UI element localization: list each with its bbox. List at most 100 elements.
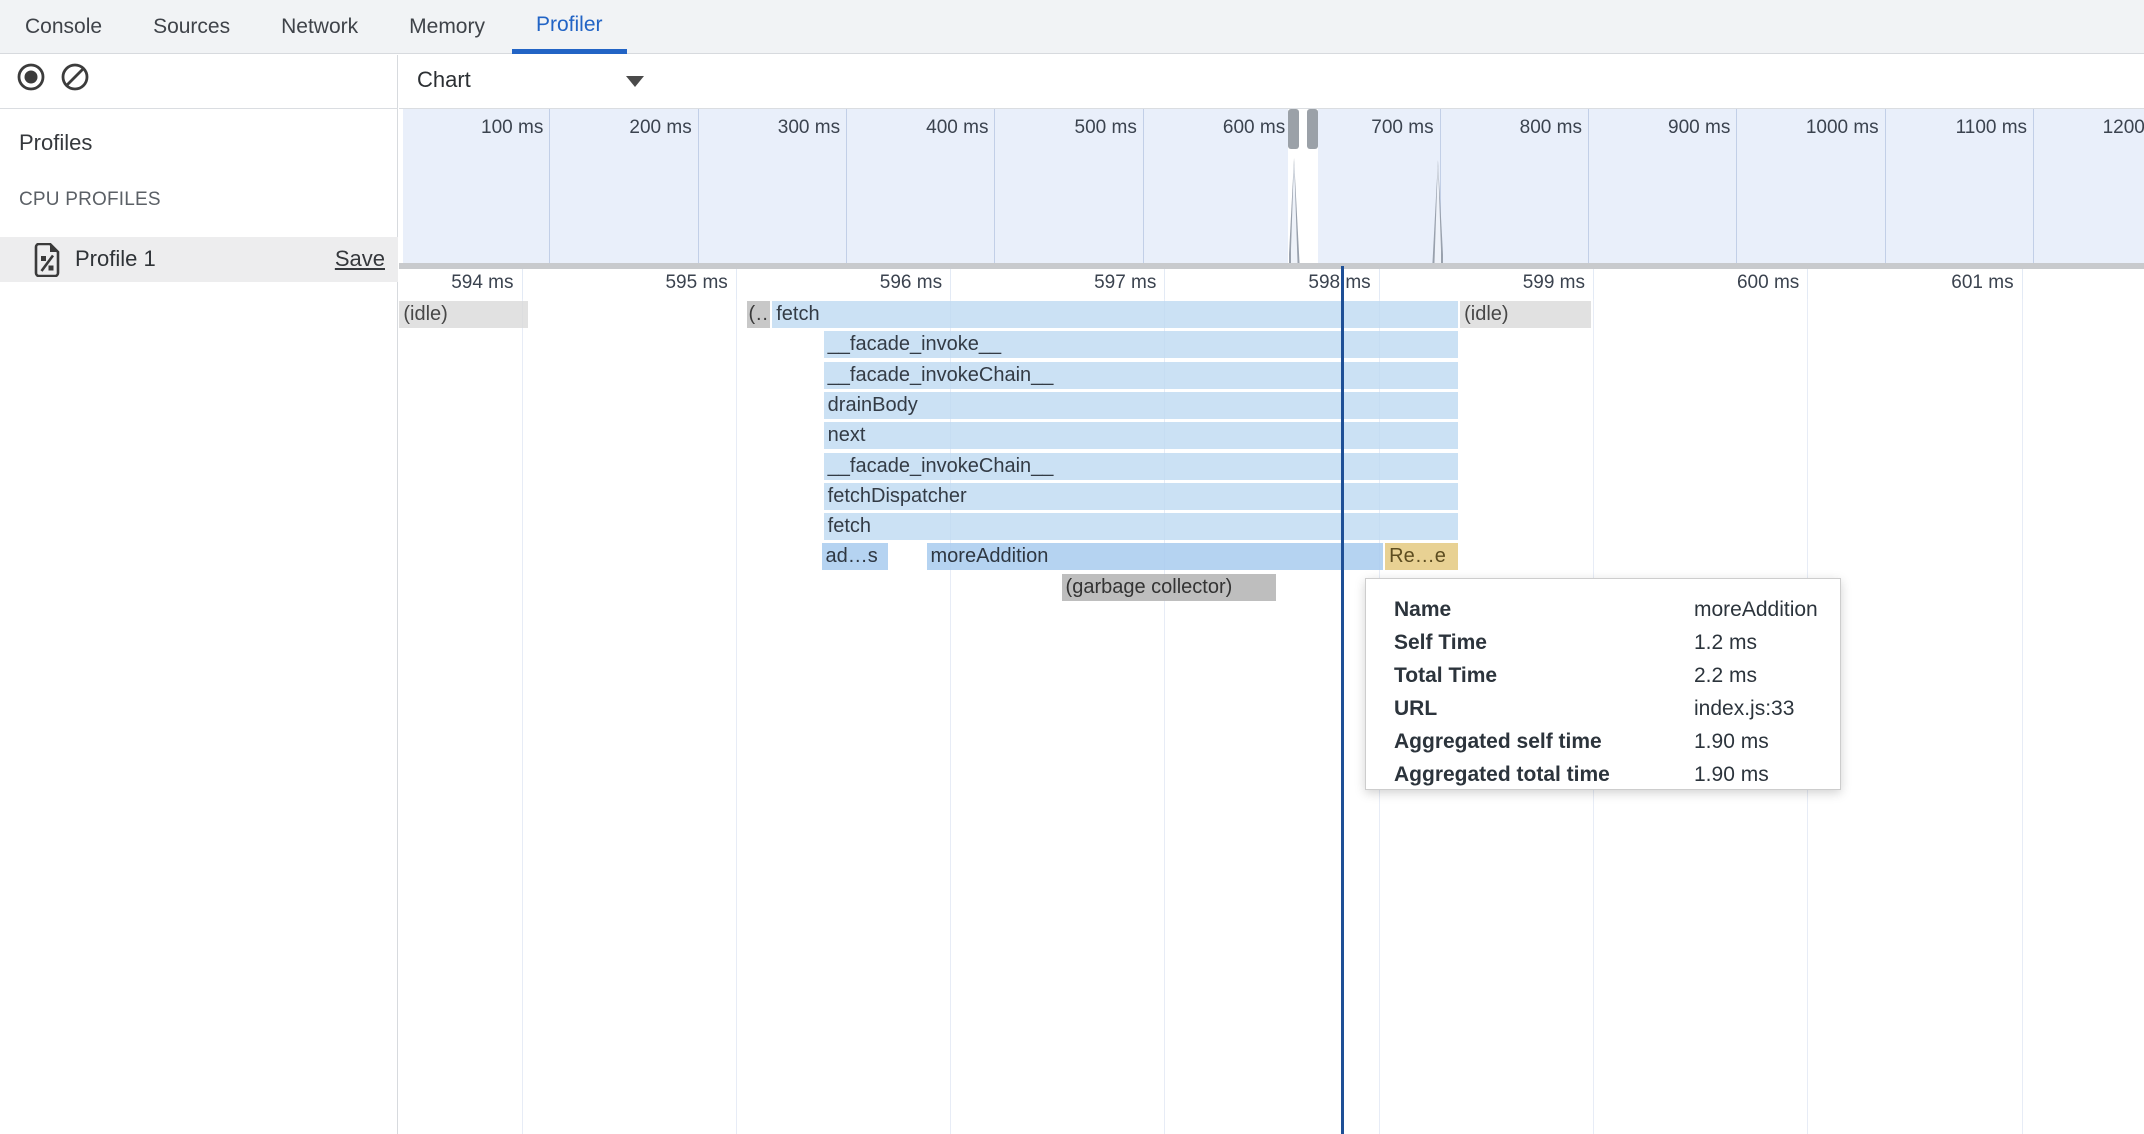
time-ruler: 594 ms 595 ms 596 ms 597 ms 598 ms 599 ms 600 …	[399, 269, 2144, 299]
devtools-tab-bar: ConsoleSourcesNetworkMemoryProfiler	[0, 0, 2144, 54]
tooltip-row: Name moreAddition	[1394, 598, 1840, 631]
ruler-tick-label: 597 ms	[1066, 272, 1156, 294]
tooltip-label: URL	[1394, 697, 1437, 720]
ruler-grid-line	[1593, 269, 1594, 299]
overview-tick-label: 100 ms	[453, 117, 543, 139]
overview-tick-label: 500 ms	[1047, 117, 1137, 139]
overview-grid-line	[549, 109, 550, 263]
ruler-tick-label: 601 ms	[1924, 272, 2014, 294]
overview-tick-label: 200 ms	[602, 117, 692, 139]
overview-tick-label: 1000 ms	[1789, 117, 1879, 139]
tooltip-label: Total Time	[1394, 664, 1497, 687]
overview-tick-label: 900 ms	[1640, 117, 1730, 139]
flame-bar[interactable]: moreAddition	[927, 543, 1383, 570]
tab-console[interactable]: Console	[1, 0, 126, 54]
overview-grid-line	[846, 109, 847, 263]
overview-grid-line	[2033, 109, 2034, 263]
flame-grid-line	[522, 299, 523, 1134]
flame-grid-line	[2022, 299, 2023, 1134]
ruler-grid-line	[1807, 269, 1808, 299]
record-icon	[16, 62, 46, 92]
ruler-tick-label: 596 ms	[852, 272, 942, 294]
profiler-toolbar: Chart	[399, 55, 2144, 109]
overview-grid-line	[1885, 109, 1886, 263]
ruler-grid-line	[736, 269, 737, 299]
flame-bar[interactable]: ad…s	[822, 543, 888, 570]
overview-grid-line	[1143, 109, 1144, 263]
overview-timeline[interactable]: 100 ms 200 ms 300 ms 400 ms 500 ms 600 ms 700 …	[403, 109, 2144, 263]
tooltip-label: Aggregated total time	[1394, 763, 1610, 786]
flame-bar[interactable]: (garbage collector)	[1062, 574, 1276, 601]
tooltip-value: index.js:33	[1694, 697, 1794, 721]
tooltip-value: 2.2 ms	[1694, 664, 1757, 688]
frame-tooltip: Name moreAddition Self Time 1.2 ms Total Tim…	[1365, 578, 1841, 790]
overview-tick-label: 1200 ms	[2085, 117, 2144, 139]
clear-button[interactable]	[60, 62, 90, 92]
profiles-heading: Profiles	[19, 130, 92, 156]
flame-bar[interactable]: __facade_invokeChain__	[824, 453, 1458, 480]
tooltip-value: 1.90 ms	[1694, 730, 1769, 754]
tab-profiler[interactable]: Profiler	[512, 0, 627, 54]
overview-grid-line	[1588, 109, 1589, 263]
flame-bar[interactable]: __facade_invokeChain__	[824, 362, 1458, 389]
profile-list-item[interactable]: Profile 1 Save	[0, 237, 398, 282]
ruler-grid-line	[1164, 269, 1165, 299]
tooltip-label: Aggregated self time	[1394, 730, 1602, 753]
tooltip-label: Name	[1394, 598, 1451, 621]
ruler-grid-line	[2022, 269, 2023, 299]
flame-bar[interactable]: (idle)	[399, 301, 528, 328]
flame-bar[interactable]: (idle)	[1460, 301, 1591, 328]
view-mode-select[interactable]: Chart	[417, 67, 471, 93]
overview-tick-label: 400 ms	[898, 117, 988, 139]
tooltip-row: URL index.js:33	[1394, 697, 1840, 730]
tab-network[interactable]: Network	[257, 0, 382, 54]
tooltip-row: Self Time 1.2 ms	[1394, 631, 1840, 664]
tooltip-value: moreAddition	[1694, 598, 1818, 622]
overview-tick-label: 600 ms	[1195, 117, 1285, 139]
sidebar-toolbar	[0, 55, 398, 109]
overview-tick-label: 700 ms	[1344, 117, 1434, 139]
overview-grid-line	[698, 109, 699, 263]
flame-bar[interactable]: next	[824, 422, 1458, 449]
overview-tick-label: 300 ms	[750, 117, 840, 139]
ruler-tick-label: 594 ms	[424, 272, 514, 294]
flame-bar[interactable]: Re…e	[1385, 543, 1458, 570]
flame-bar[interactable]: fetch	[824, 513, 1458, 540]
flame-bar[interactable]: (…	[747, 301, 771, 328]
tooltip-row: Total Time 2.2 ms	[1394, 664, 1840, 697]
cpu-activity-spike	[1432, 160, 1443, 263]
flame-bar[interactable]: drainBody	[824, 392, 1458, 419]
tab-memory[interactable]: Memory	[385, 0, 509, 54]
overview-grid-line	[1736, 109, 1737, 263]
tooltip-label: Self Time	[1394, 631, 1487, 654]
ruler-grid-line	[1379, 269, 1380, 299]
flame-grid-line	[736, 299, 737, 1134]
selection-handle-right[interactable]	[1307, 109, 1318, 149]
ruler-tick-label: 600 ms	[1709, 272, 1799, 294]
overview-tick-label: 1100 ms	[1937, 117, 2027, 139]
profiles-sidebar	[0, 55, 398, 1134]
flame-chart[interactable]: (idle)(…fetch(idle)__facade_invoke____fa…	[399, 299, 2144, 1134]
ruler-tick-label: 599 ms	[1495, 272, 1585, 294]
ruler-grid-line	[522, 269, 523, 299]
ruler-tick-label: 595 ms	[638, 272, 728, 294]
current-time-line	[1341, 266, 1344, 1134]
flame-bar[interactable]: __facade_invoke__	[824, 331, 1458, 358]
tab-sources[interactable]: Sources	[129, 0, 254, 54]
tooltip-value: 1.2 ms	[1694, 631, 1757, 655]
selection-handle-left[interactable]	[1288, 109, 1299, 149]
clear-icon	[60, 62, 90, 92]
ruler-tick-label: 598 ms	[1281, 272, 1371, 294]
ruler-grid-line	[950, 269, 951, 299]
tooltip-row: Aggregated total time 1.90 ms	[1394, 763, 1840, 796]
profile-document-icon	[33, 243, 61, 277]
cpu-profiles-section-label: CPU PROFILES	[19, 189, 161, 211]
tooltip-value: 1.90 ms	[1694, 763, 1769, 787]
overview-tick-label: 800 ms	[1492, 117, 1582, 139]
flame-bar[interactable]: fetchDispatcher	[824, 483, 1458, 510]
save-link[interactable]: Save	[335, 246, 385, 272]
overview-grid-line	[994, 109, 995, 263]
record-button[interactable]	[16, 62, 46, 92]
tooltip-row: Aggregated self time 1.90 ms	[1394, 730, 1840, 763]
flame-bar[interactable]: fetch	[772, 301, 1458, 328]
